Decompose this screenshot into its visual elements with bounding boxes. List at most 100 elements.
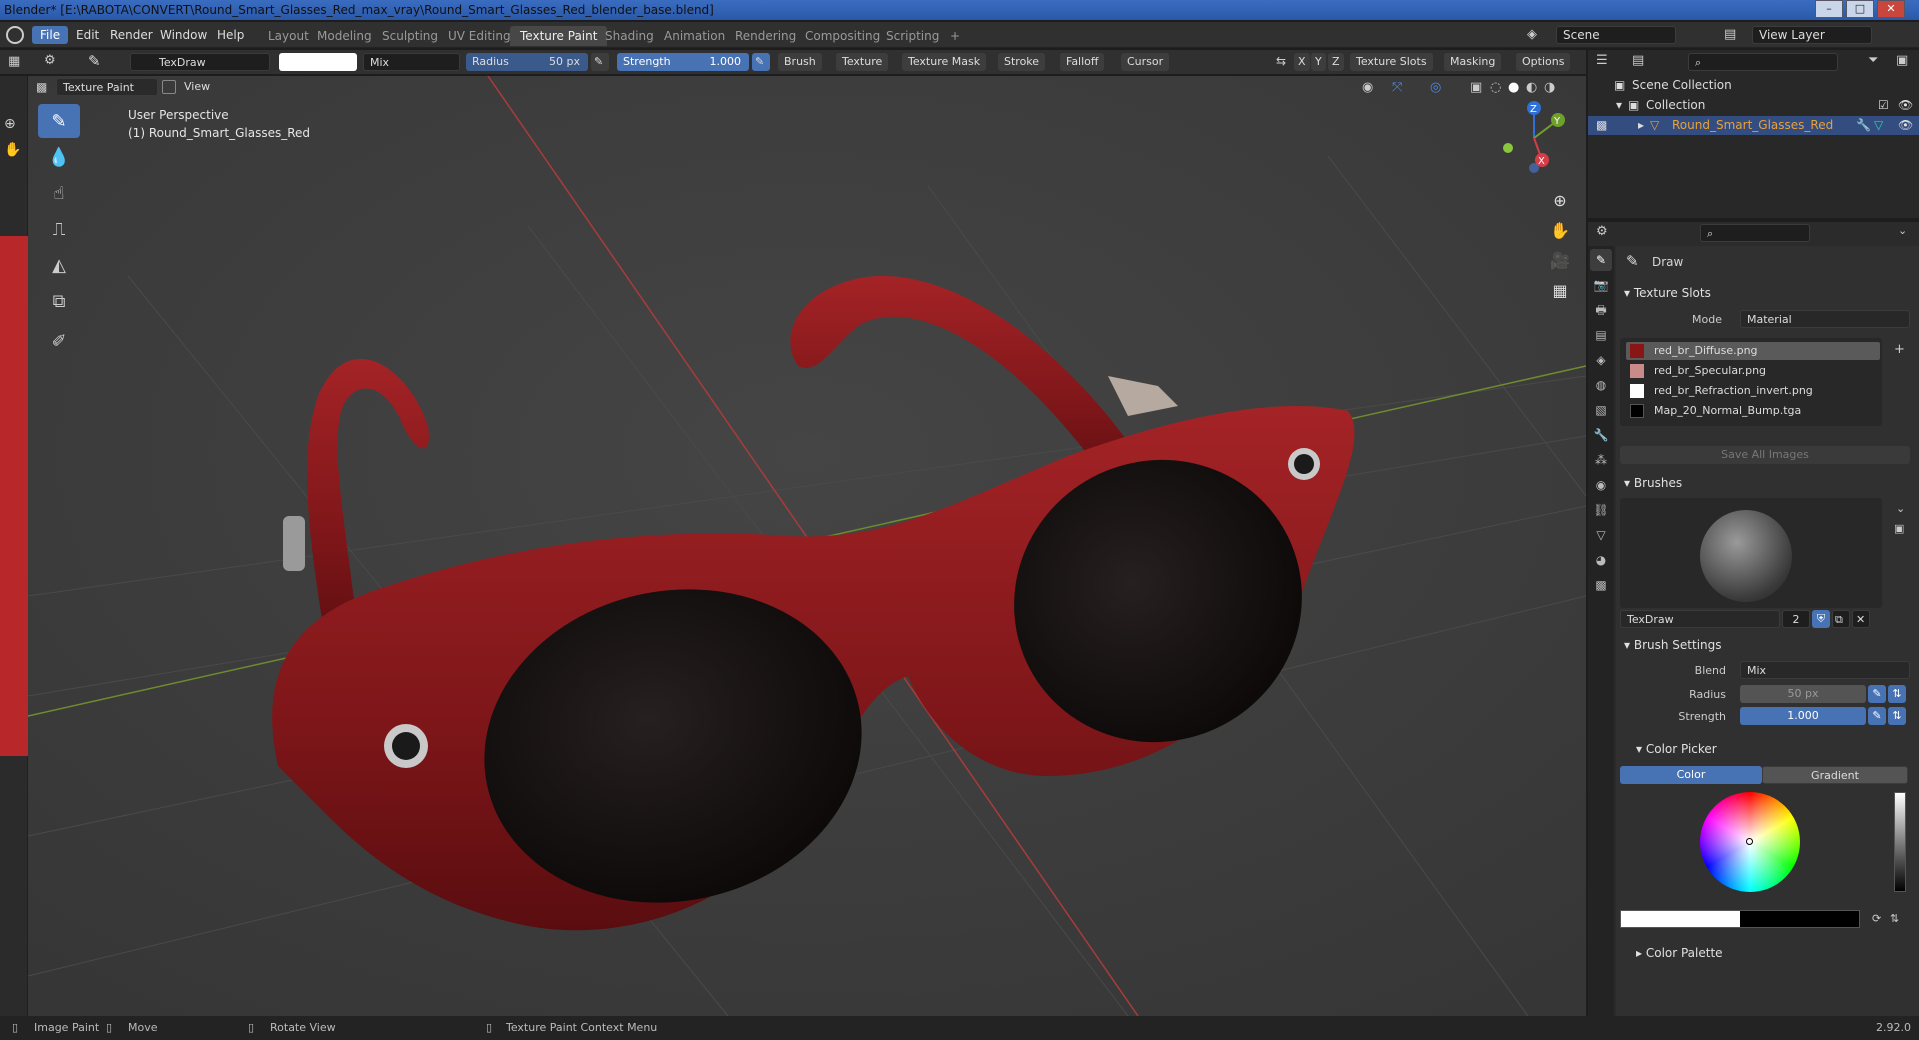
texture-mask-menu[interactable]: Texture Mask <box>902 53 987 71</box>
chevron-down-icon[interactable]: ⌄ <box>1898 224 1907 237</box>
draw-tool-icon[interactable]: ✎ <box>38 104 80 138</box>
hand-icon[interactable]: ✋ <box>4 142 21 158</box>
editor-type-icon[interactable]: ▦ <box>8 54 20 69</box>
material-tab-icon[interactable]: ◕ <box>1590 549 1612 571</box>
ortho-toggle-icon[interactable]: ▦ <box>1547 278 1573 304</box>
texture-slot-2[interactable]: red_br_Refraction_invert.png <box>1626 382 1880 400</box>
blend-mode-dropdown[interactable]: Mix <box>363 53 460 71</box>
rendered-shading-icon[interactable]: ◑ <box>1544 80 1555 95</box>
camera-view-icon[interactable]: 🎥 <box>1547 248 1573 274</box>
texture-slots-menu[interactable]: Texture Slots <box>1350 53 1433 71</box>
wireframe-shading-icon[interactable]: ◌ <box>1490 80 1501 95</box>
texture-slot-3[interactable]: Map_20_Normal_Bump.tga <box>1626 402 1880 420</box>
texture-slot-0[interactable]: red_br_Diffuse.png <box>1626 342 1880 360</box>
mode-icon[interactable]: ▩ <box>36 80 47 94</box>
mode-dropdown[interactable]: Material <box>1740 310 1910 328</box>
eye-icon[interactable]: 👁 <box>1898 98 1913 112</box>
radius-pressure-icon[interactable]: ✎ <box>591 53 609 71</box>
value-slider[interactable] <box>1894 792 1906 892</box>
radius-slider[interactable]: Radius 50 px <box>466 53 588 71</box>
swap-colors-icon[interactable]: ⟳ <box>1872 912 1881 925</box>
expand-chevron-icon[interactable]: ▸ <box>1638 118 1644 132</box>
falloff-menu[interactable]: Falloff <box>1060 53 1105 71</box>
xray-icon[interactable]: ▣ <box>1470 80 1482 95</box>
chevron-down-icon[interactable]: ⌄ <box>1896 502 1905 515</box>
face-mask-toggle-icon[interactable] <box>162 80 176 94</box>
strength-pressure-icon[interactable]: ✎ <box>752 53 770 71</box>
color-wheel[interactable] <box>1700 792 1800 892</box>
navigation-gizmo[interactable]: Z Y X <box>1494 98 1574 178</box>
tab-modeling[interactable]: Modeling <box>307 26 382 46</box>
radius-unit-icon[interactable]: ⇅ <box>1888 685 1906 703</box>
stroke-menu[interactable]: Stroke <box>998 53 1046 71</box>
primary-color-swatch[interactable] <box>1621 911 1740 927</box>
texture-slots-header[interactable]: ▾ Texture Slots <box>1624 286 1711 300</box>
3d-viewport[interactable]: User Perspective (1) Round_Smart_Glasses… <box>28 76 1586 1016</box>
object-tab-icon[interactable]: ▧ <box>1590 399 1612 421</box>
brush-name-field[interactable]: TexDraw <box>130 53 270 71</box>
tab-uv-editing[interactable]: UV Editing <box>438 26 521 46</box>
pan-view-icon[interactable]: ✋ <box>1547 218 1573 244</box>
cursor-menu[interactable]: Cursor <box>1121 53 1170 71</box>
color-tab[interactable]: Color <box>1620 766 1762 784</box>
strength-pressure-icon[interactable]: ✎ <box>1868 707 1886 725</box>
brush-color-swatch[interactable] <box>279 53 357 71</box>
brush-icon[interactable]: ✎ <box>88 52 101 70</box>
view-layer-icon[interactable]: ▤ <box>1724 27 1742 43</box>
properties-search-input[interactable]: ⌕ <box>1700 224 1810 242</box>
blend-dropdown[interactable]: Mix <box>1740 661 1910 679</box>
texture-tab-icon[interactable]: ▩ <box>1590 574 1612 596</box>
tab-animation[interactable]: Animation <box>654 26 735 46</box>
physics-tab-icon[interactable]: ◉ <box>1590 474 1612 496</box>
brush-menu[interactable]: Brush <box>778 53 822 71</box>
color-pressure-icon[interactable]: ⇅ <box>1890 912 1899 925</box>
color-swatch-pair[interactable] <box>1620 910 1860 928</box>
color-palette-header[interactable]: ▸ Color Palette <box>1636 946 1723 960</box>
properties-editor-icon[interactable]: ⚙ <box>1596 224 1608 239</box>
close-button[interactable]: ✕ <box>1877 0 1905 18</box>
solid-shading-icon[interactable]: ● <box>1508 80 1519 95</box>
masking-menu[interactable]: Masking <box>1444 53 1502 71</box>
add-slot-icon[interactable]: + <box>1894 342 1905 357</box>
mask-tool-icon[interactable]: ⧉ <box>38 284 80 318</box>
brush-preview-area[interactable] <box>1620 498 1882 608</box>
render-tab-icon[interactable]: 📷 <box>1590 274 1612 296</box>
scene-icon[interactable]: ◈ <box>1527 27 1545 43</box>
visibility-icon[interactable]: ◉ <box>1362 80 1373 95</box>
tab-scripting[interactable]: Scripting <box>876 26 949 46</box>
constraints-tab-icon[interactable]: ⛓ <box>1590 499 1612 521</box>
secondary-color-swatch[interactable] <box>1740 911 1859 927</box>
display-mode-icon[interactable]: ▤ <box>1632 53 1644 68</box>
view-menu[interactable]: View <box>178 78 216 96</box>
mesh-data-icon[interactable]: ▽ <box>1874 118 1883 132</box>
zoom-icon[interactable]: ⊕ <box>4 116 16 132</box>
color-wheel-cursor[interactable] <box>1746 838 1753 845</box>
tab-texture-paint[interactable]: Texture Paint <box>510 26 608 46</box>
checkbox-icon[interactable]: ☑ <box>1878 98 1889 112</box>
view-layer-selector[interactable]: View Layer <box>1752 26 1872 44</box>
smear-tool-icon[interactable]: ☝ <box>38 176 80 210</box>
axis-z-toggle[interactable]: Z <box>1328 53 1344 71</box>
fake-user-shield-icon[interactable]: ⛨ <box>1812 610 1830 628</box>
modifier-tab-icon[interactable]: 🔧 <box>1590 424 1612 446</box>
brush-settings-header[interactable]: ▾ Brush Settings <box>1624 638 1722 652</box>
texture-slot-1[interactable]: red_br_Specular.png <box>1626 362 1880 380</box>
symmetry-icon[interactable]: ⇆ <box>1276 54 1286 68</box>
outliner-row-scene-collection[interactable]: ▣ Scene Collection <box>1588 76 1919 95</box>
expand-chevron-icon[interactable]: ▾ <box>1616 98 1622 112</box>
world-tab-icon[interactable]: ◍ <box>1590 374 1612 396</box>
brush-image-icon[interactable]: ▣ <box>1894 522 1904 535</box>
texture-menu[interactable]: Texture <box>836 53 889 71</box>
blender-logo-icon[interactable] <box>6 26 24 44</box>
strength-unit-icon[interactable]: ⇅ <box>1888 707 1906 725</box>
menu-help[interactable]: Help <box>209 26 252 44</box>
eye-icon[interactable]: 👁 <box>1898 118 1913 132</box>
radius-pressure-icon[interactable]: ✎ <box>1868 685 1886 703</box>
modifier-icon[interactable]: 🔧 <box>1856 118 1871 132</box>
tool-settings-icon[interactable]: ⚙ <box>44 53 56 68</box>
overlays-icon[interactable]: ◎ <box>1430 80 1441 95</box>
gradient-tab[interactable]: Gradient <box>1762 766 1908 784</box>
radius-slider[interactable]: 50 px <box>1740 685 1866 703</box>
fill-tool-icon[interactable]: ◭ <box>38 248 80 282</box>
material-shading-icon[interactable]: ◐ <box>1526 80 1537 95</box>
